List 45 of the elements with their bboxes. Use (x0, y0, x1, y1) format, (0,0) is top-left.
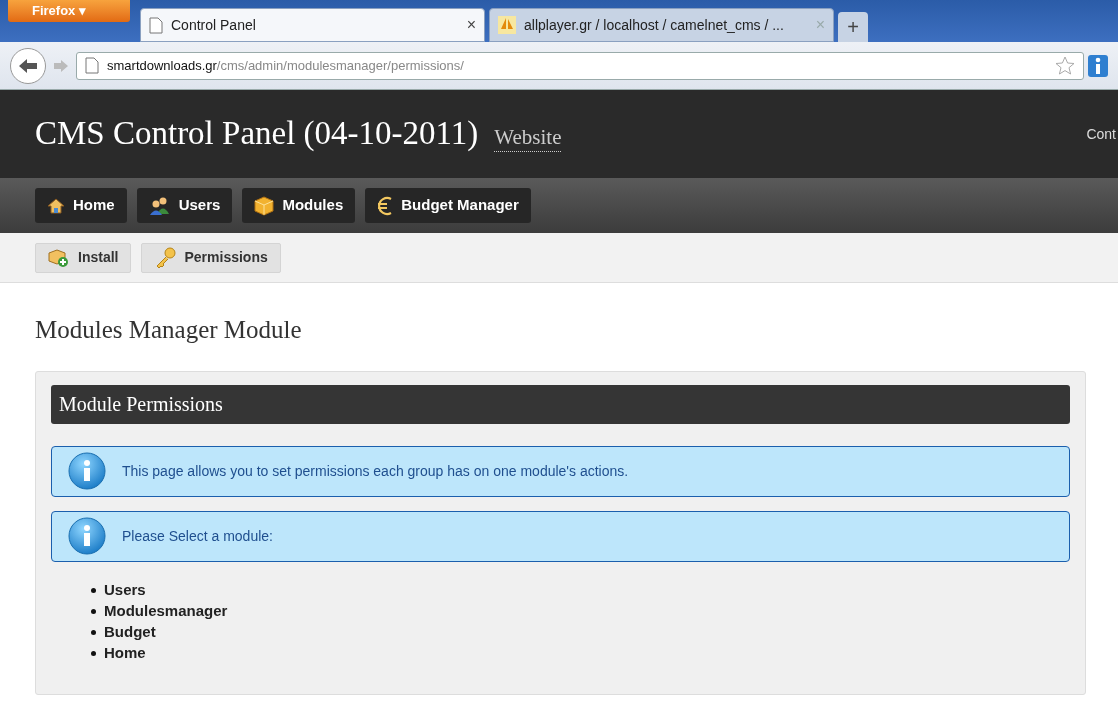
nav-button[interactable]: Users (136, 188, 233, 223)
info-icon (68, 517, 106, 555)
close-icon[interactable]: × (466, 13, 476, 37)
info-badge-icon[interactable] (1088, 54, 1108, 77)
page-heading: Modules Manager Module (35, 315, 303, 345)
website-link[interactable]: Website (494, 124, 562, 152)
page-icon (85, 57, 99, 74)
url-text: smartdownloads.gr/cms/admin/modulesmanager/permissions/ (107, 56, 464, 75)
module-link[interactable]: Modulesmanager (104, 599, 228, 623)
star-icon[interactable] (1055, 55, 1075, 76)
site-title: CMS Control Panel (04-10-2011) (35, 114, 479, 154)
header-link[interactable]: Cont (1086, 123, 1116, 145)
forward-arrow-icon (53, 58, 69, 73)
notice-text: Please Select a module: (122, 526, 273, 546)
browser-tab[interactable]: allplayer.gr / localhost / camelnet_cms / ... × (489, 8, 834, 42)
box-icon (254, 195, 275, 216)
notice-text: This page allows you to set permissions each group has on one module's actions. (122, 461, 629, 481)
module-link[interactable]: Home (104, 641, 146, 665)
bullet-icon (91, 587, 96, 593)
info-icon (68, 452, 106, 490)
nav-button[interactable]: Budget Manager (365, 188, 531, 223)
bullet-icon (91, 608, 96, 614)
browser-tab[interactable]: Control Panel × (140, 8, 485, 42)
bullet-icon (91, 650, 96, 656)
users-icon (148, 196, 171, 215)
tab-label: Control Panel (171, 15, 257, 35)
box-add-icon (48, 247, 70, 268)
module-link[interactable]: Users (104, 578, 146, 602)
back-button[interactable] (10, 47, 46, 84)
page-icon (149, 16, 163, 34)
nav-button[interactable]: Modules (242, 188, 356, 223)
back-arrow-icon (18, 57, 38, 74)
bullet-icon (91, 629, 96, 635)
new-tab-button[interactable]: + (838, 12, 868, 42)
nav-button[interactable]: Home (35, 188, 127, 223)
sailboat-icon (498, 16, 516, 34)
house-icon (47, 197, 65, 214)
panel-title: Module Permissions (59, 392, 223, 417)
subnav-button[interactable]: Permissions (141, 242, 281, 273)
address-bar[interactable]: smartdownloads.gr/cms/admin/modulesmanager/permissions/ (76, 51, 1084, 80)
tab-label: allplayer.gr / localhost / camelnet_cms / ... (524, 15, 785, 35)
subnav-button[interactable]: Install (35, 242, 132, 273)
module-link[interactable]: Budget (104, 620, 156, 644)
euro-icon (377, 195, 394, 216)
key-icon (154, 246, 177, 269)
